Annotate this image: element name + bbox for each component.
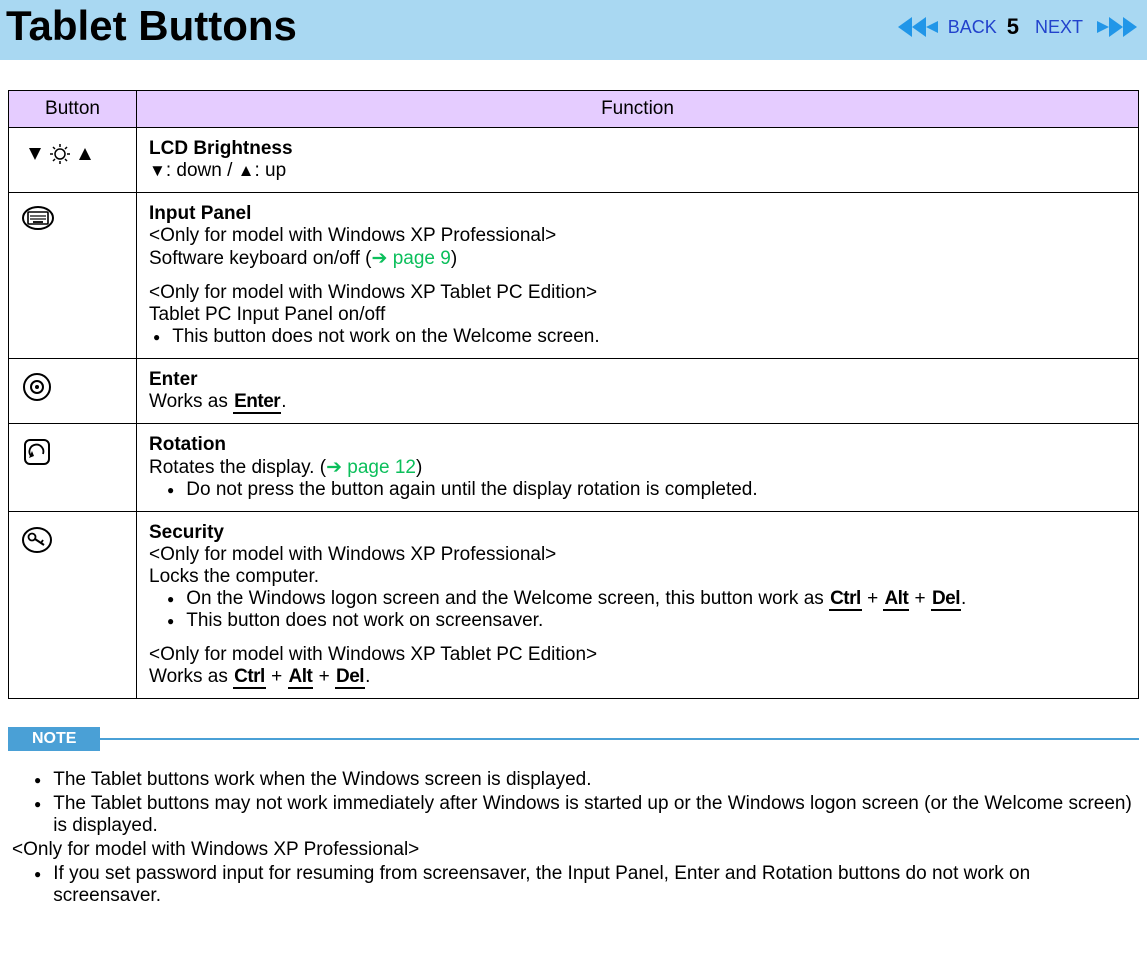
bullet: On the Windows logon screen and the Welc… (163, 588, 1126, 610)
page-number: 5 (1007, 14, 1019, 40)
bullet: Do not press the button again until the … (163, 479, 1126, 501)
function-cell: Rotation Rotates the display. (➔ page 12… (137, 424, 1139, 512)
function-cell: Input Panel <Only for model with Windows… (137, 193, 1139, 359)
key-ctrl: Ctrl (829, 588, 862, 611)
next-link[interactable]: NEXT (1035, 17, 1083, 38)
col-header-button: Button (9, 91, 137, 128)
button-cell-rotation (9, 424, 137, 512)
key-del: Del (931, 588, 961, 611)
para: <Only for model with Windows XP Tablet P… (149, 282, 1126, 348)
bullet: This button does not work on screensaver… (163, 610, 1126, 632)
key-ctrl: Ctrl (233, 666, 266, 689)
up-triangle-icon: ▲ (238, 161, 255, 180)
key-enter: Enter (233, 391, 281, 414)
table-row: Rotation Rotates the display. (➔ page 12… (9, 424, 1139, 512)
key-del: Del (335, 666, 365, 689)
row-title: LCD Brightness (149, 138, 1126, 160)
back-link[interactable]: BACK (948, 17, 997, 38)
header-bar: Tablet Buttons BACK 5 NEXT (0, 0, 1147, 60)
security-icon (21, 524, 53, 556)
note-bar: NOTE (8, 727, 1139, 751)
rotation-icon (21, 436, 53, 468)
bullet: The Tablet buttons may not work immediat… (30, 793, 1135, 837)
row-title: Input Panel (149, 203, 1126, 225)
page-link-12[interactable]: ➔ page 12 (326, 457, 416, 478)
notes-list: The Tablet buttons work when the Windows… (8, 769, 1139, 907)
row-title: Security (149, 522, 1126, 544)
buttons-table: Button Function LCD Brightness ▼: down / (8, 90, 1139, 699)
enter-icon (21, 371, 53, 403)
function-cell: LCD Brightness ▼: down / ▲: up (137, 128, 1139, 193)
function-cell: Security <Only for model with Windows XP… (137, 512, 1139, 699)
button-cell-brightness (9, 128, 137, 193)
bullet: The Tablet buttons work when the Windows… (30, 769, 1135, 791)
note-plain: <Only for model with Windows XP Professi… (12, 839, 1135, 861)
content: Button Function LCD Brightness ▼: down / (0, 60, 1147, 907)
function-cell: Enter Works as Enter. (137, 359, 1139, 424)
table-row: LCD Brightness ▼: down / ▲: up (9, 128, 1139, 193)
bullet: This button does not work on the Welcome… (149, 326, 1126, 348)
col-header-function: Function (137, 91, 1139, 128)
table-row: Input Panel <Only for model with Windows… (9, 193, 1139, 359)
brightness-icon (21, 140, 99, 168)
bullet: If you set password input for resuming f… (30, 863, 1135, 907)
row-desc: ▼: down / ▲: up (149, 160, 1126, 182)
button-cell-security (9, 512, 137, 699)
note-label: NOTE (8, 727, 100, 751)
page-title: Tablet Buttons (6, 0, 297, 50)
table-row: Enter Works as Enter. (9, 359, 1139, 424)
row-title: Enter (149, 369, 1126, 391)
button-cell-enter (9, 359, 137, 424)
nav-group: BACK 5 NEXT (898, 0, 1137, 40)
next-arrow-icon[interactable] (1097, 15, 1137, 39)
down-triangle-icon: ▼ (149, 161, 166, 180)
page-link-9[interactable]: ➔ page 9 (372, 248, 451, 269)
note-line (100, 738, 1139, 740)
button-cell-inputpanel (9, 193, 137, 359)
para: <Only for model with Windows XP Professi… (149, 225, 1126, 270)
para: <Only for model with Windows XP Professi… (149, 544, 1126, 632)
table-row: Security <Only for model with Windows XP… (9, 512, 1139, 699)
input-panel-icon (21, 205, 55, 231)
back-arrow-icon[interactable] (898, 15, 938, 39)
row-title: Rotation (149, 434, 1126, 456)
para: <Only for model with Windows XP Tablet P… (149, 644, 1126, 688)
key-alt: Alt (883, 588, 909, 611)
key-alt: Alt (288, 666, 314, 689)
